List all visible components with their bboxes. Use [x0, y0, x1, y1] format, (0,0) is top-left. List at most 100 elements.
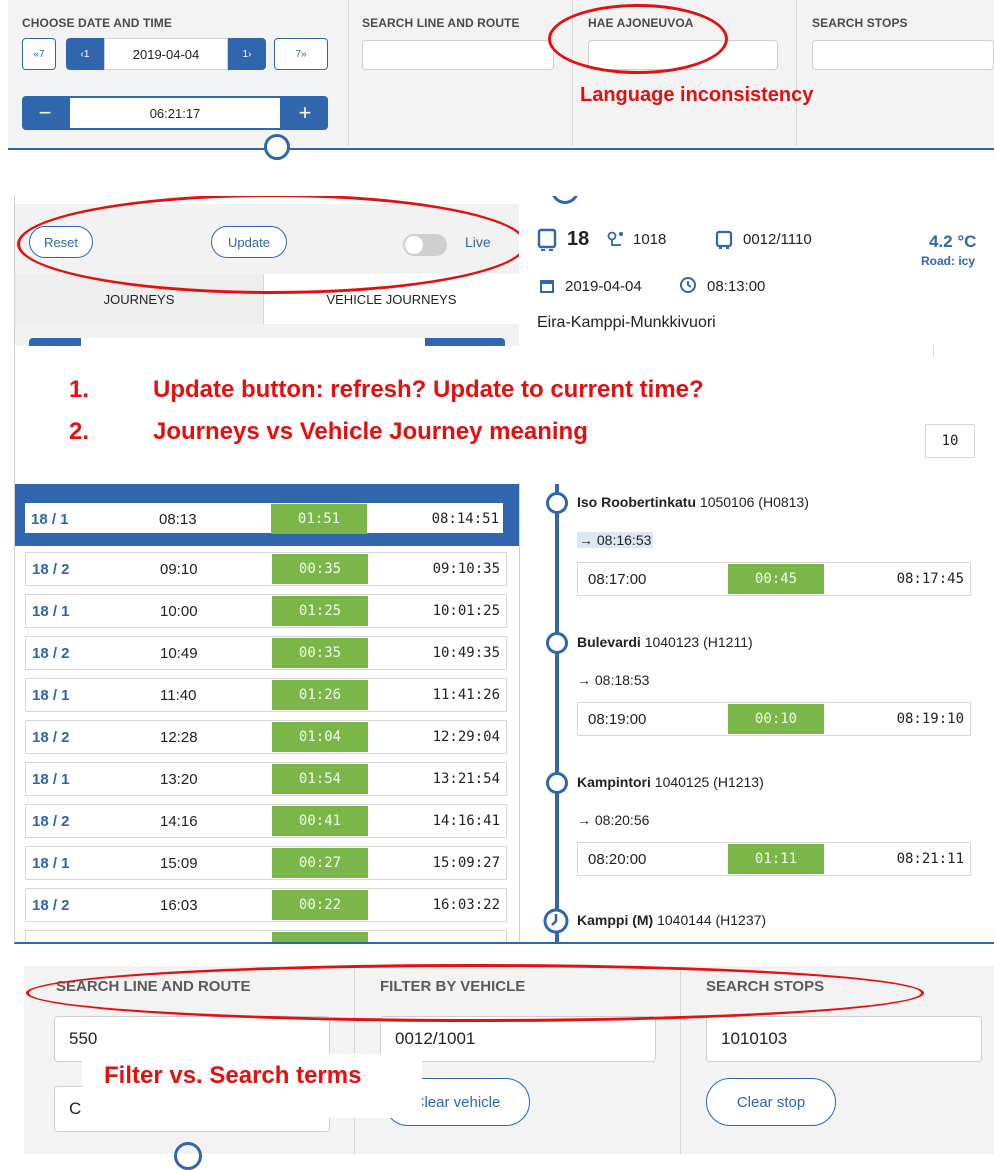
stop-search-header: SEARCH STOPS [812, 16, 908, 30]
time-minus-button[interactable]: − [22, 96, 68, 130]
vehicle-icon [715, 230, 733, 249]
journey-row[interactable]: 18 / 2 10:49 00:35 10:49:35 [25, 636, 507, 670]
stop-count: 1018 [633, 231, 667, 248]
annotation-number-1: 1. [69, 376, 90, 403]
journey-list: 18 / 1 08:13 01:51 08:14:51 18 / 2 09:10… [15, 484, 520, 942]
journey-observed: 12:29:04 [432, 729, 500, 745]
journey-route: 18 / 2 [32, 644, 70, 662]
road-condition: Road: icy [921, 254, 976, 268]
journey-row[interactable]: 18 / 2 16:03 00:22 16:03:22 [25, 888, 507, 922]
journey-planned: 10:00 [160, 602, 198, 620]
journey-planned: 10:49 [160, 644, 198, 662]
annotation-filter-search: Filter vs. Search terms [104, 1062, 362, 1089]
journey-time: 08:13:00 [707, 278, 766, 295]
journey-diff: 01:26 [272, 680, 368, 710]
timeline-node-icon [551, 196, 579, 204]
temperature: 4.2 °C [929, 232, 977, 251]
stop-arrival: → 08:16:53 [577, 532, 654, 548]
stop-time-row: 08:19:00 00:10 08:19:10 [577, 702, 971, 736]
filter-panel-bottom: SEARCH LINE AND ROUTE FILTER BY VEHICLE … [24, 964, 994, 1170]
date-forward-7-button[interactable]: 7» [274, 38, 328, 70]
stop-observed: 08:17:45 [896, 571, 964, 587]
stop-arrival: → 08:20:56 [577, 812, 650, 828]
journey-row[interactable]: 18 / 1 11:40 01:26 11:41:26 [25, 678, 507, 712]
journey-route: 18 / 2 [32, 896, 70, 914]
journey-diff: 00:35 [272, 638, 368, 668]
date-selector: «7 ‹1 2019-04-04 1› 7» [22, 38, 328, 70]
journey-row[interactable]: 18 / 1 15:09 00:27 15:09:27 [25, 846, 507, 880]
annotation-ellipse [548, 4, 728, 74]
journey-row[interactable]: 18 / 1 13:20 01:54 13:21:54 [25, 762, 507, 796]
stop-name: Kampintori [577, 774, 651, 790]
journey-controls: Reset Update Live JOURNEYS VEHICLE JOURN… [15, 196, 527, 364]
stop-name: Kamppi (M) [577, 912, 654, 928]
route-stops-icon [607, 231, 623, 246]
stop-observed: 08:19:10 [896, 711, 964, 727]
journey-row-selected[interactable]: 18 / 1 08:13 01:51 08:14:51 [23, 501, 505, 535]
annotation-box: 1. Update button: refresh? Update to cur… [15, 346, 994, 484]
line-route-header: SEARCH LINE AND ROUTE [362, 16, 520, 30]
journey-row[interactable]: 18 / 2 12:28 01:04 12:29:04 [25, 720, 507, 754]
journey-observed: 11:41:26 [432, 687, 500, 703]
annotation-update-button: Update button: refresh? Update to curren… [153, 376, 704, 403]
journey-planned: 11:40 [160, 686, 197, 704]
time-input[interactable]: 06:21:17 [70, 98, 280, 128]
stop-node-icon [546, 632, 568, 654]
annotation-language: Language inconsistency [580, 84, 814, 106]
timeline-node-icon [174, 1142, 202, 1170]
journey-route: 18 / 2 [32, 812, 70, 830]
stop-node-icon [546, 772, 568, 794]
stop-ids: 1040123 (H1211) [644, 634, 753, 650]
journey-planned: 08:13 [159, 510, 197, 528]
partial-value-cell: 10 [925, 424, 975, 458]
calendar-icon [540, 280, 554, 293]
journey-row-partial[interactable] [25, 930, 507, 942]
date-time-header: CHOOSE DATE AND TIME [22, 16, 173, 30]
route-name: Eira-Kamppi-Munkkivuori [537, 314, 716, 331]
journey-observed: 10:01:25 [432, 603, 500, 619]
vehicle-id: 0012/1110 [743, 231, 812, 248]
journey-diff: 00:35 [272, 554, 368, 584]
date-back-1-button[interactable]: ‹1 [66, 38, 104, 70]
journey-planned: 09:10 [160, 560, 198, 578]
journey-planned: 15:09 [160, 854, 198, 872]
journey-details-header: 18 1018 0012/1110 4.2 °C Road: icy 2019-… [519, 196, 994, 356]
journey-diff [272, 932, 368, 942]
stop-diff: 00:45 [728, 564, 824, 594]
journey-observed: 13:21:54 [432, 771, 500, 787]
journey-diff: 01:54 [272, 764, 368, 794]
journey-diff: 01:25 [272, 596, 368, 626]
journey-route: 18 / 2 [32, 728, 70, 746]
journey-date: 2019-04-04 [565, 278, 642, 295]
stop-search-input[interactable]: 1010103 [706, 1016, 982, 1062]
clear-stop-button[interactable]: Clear stop [706, 1078, 836, 1126]
journey-observed: 15:09:27 [432, 855, 500, 871]
route-number: 18 [567, 228, 590, 250]
stop-title: Bulevardi 1040123 (H1211) [577, 634, 753, 650]
date-forward-1-button[interactable]: 1› [228, 38, 266, 70]
journey-route: 18 / 1 [32, 854, 70, 872]
stop-diff: 01:11 [728, 844, 824, 874]
stop-arrival: → 08:18:53 [577, 672, 650, 688]
annotation-box: Filter vs. Search terms [82, 1054, 422, 1118]
annotation-journeys: Journeys vs Vehicle Journey meaning [153, 418, 588, 445]
time-plus-button[interactable]: + [282, 96, 328, 130]
journey-planned: 13:20 [160, 770, 198, 788]
annotation-ellipse [26, 964, 924, 1022]
journey-row[interactable]: 18 / 2 14:16 00:41 14:16:41 [25, 804, 507, 838]
line-route-search-input[interactable] [362, 40, 554, 70]
journey-row[interactable]: 18 / 1 10:00 01:25 10:01:25 [25, 594, 507, 628]
journey-diff: 01:04 [272, 722, 368, 752]
date-input[interactable]: 2019-04-04 [104, 38, 228, 70]
journey-diff: 00:27 [272, 848, 368, 878]
timed-stop-clock-icon [543, 908, 569, 934]
journey-row[interactable]: 18 / 2 09:10 00:35 09:10:35 [25, 552, 507, 586]
journey-planned: 14:16 [160, 812, 198, 830]
stop-search-input[interactable] [812, 40, 994, 70]
journey-planned: 12:28 [160, 728, 198, 746]
clock-icon [680, 277, 696, 293]
filter-panel-top: CHOOSE DATE AND TIME SEARCH LINE AND ROU… [8, 0, 994, 160]
stop-time-row: 08:20:00 01:11 08:21:11 [577, 842, 971, 876]
stop-name: Iso Roobertinkatu [577, 494, 697, 510]
date-back-7-button[interactable]: «7 [22, 38, 56, 70]
